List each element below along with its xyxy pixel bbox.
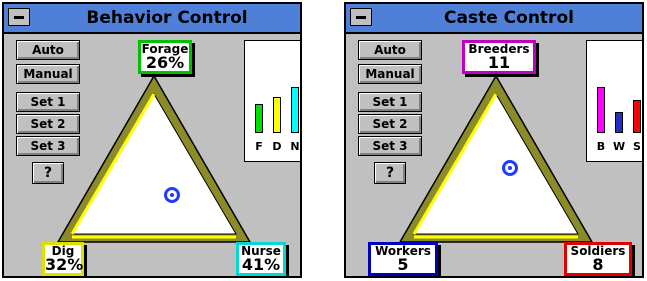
- forage-value: 26%: [145, 53, 185, 72]
- system-menu-button[interactable]: [350, 8, 372, 26]
- behavior-control-window: Behavior Control Auto Manual Set 1 Set 2…: [2, 2, 302, 278]
- bar-label-dig: D: [272, 140, 282, 153]
- caste-bar-chart: B W S: [586, 40, 642, 162]
- window-title: Behavior Control: [86, 8, 248, 28]
- minus-icon: [356, 16, 366, 19]
- title-bar: Caste Control: [346, 4, 642, 34]
- bar-label-breeders: B: [596, 140, 606, 153]
- caste-control-window: Caste Control Auto Manual Set 1 Set 2 Se…: [344, 2, 644, 278]
- bar-label-nurse: N: [290, 140, 300, 153]
- soldiers-label[interactable]: Soldiers 8: [564, 242, 632, 276]
- bar-dig: [273, 97, 281, 133]
- behavior-triangle[interactable]: [54, 74, 254, 246]
- workers-label[interactable]: Workers 5: [368, 242, 438, 276]
- nurse-value: 41%: [241, 255, 281, 274]
- behavior-bar-chart: F D N: [244, 40, 300, 162]
- bar-breeders: [597, 87, 605, 133]
- system-menu-button[interactable]: [8, 8, 30, 26]
- bar-label-forage: F: [255, 140, 263, 153]
- bar-soldiers: [633, 100, 641, 133]
- title-bar: Behavior Control: [4, 4, 300, 34]
- soldiers-value: 8: [592, 255, 604, 274]
- nurse-label[interactable]: Nurse 41%: [236, 242, 286, 276]
- bar-nurse: [291, 87, 299, 133]
- dig-value: 32%: [45, 255, 84, 274]
- caste-triangle[interactable]: [396, 74, 596, 246]
- window-title: Caste Control: [444, 8, 574, 28]
- minus-icon: [14, 16, 24, 19]
- breeders-label[interactable]: Breeders 11: [462, 40, 536, 74]
- caste-mix-target-icon[interactable]: [502, 160, 518, 176]
- breeders-value: 11: [487, 53, 511, 72]
- forage-label[interactable]: Forage 26%: [138, 40, 192, 74]
- bar-label-workers: W: [613, 140, 626, 153]
- bar-workers: [615, 112, 623, 133]
- dig-label[interactable]: Dig 32%: [42, 242, 84, 276]
- bar-forage: [255, 104, 263, 133]
- auto-button[interactable]: Auto: [358, 40, 422, 60]
- behavior-mix-target-icon[interactable]: [164, 187, 180, 203]
- bar-label-soldiers: S: [633, 140, 641, 153]
- auto-button[interactable]: Auto: [16, 40, 80, 60]
- workers-value: 5: [397, 255, 409, 274]
